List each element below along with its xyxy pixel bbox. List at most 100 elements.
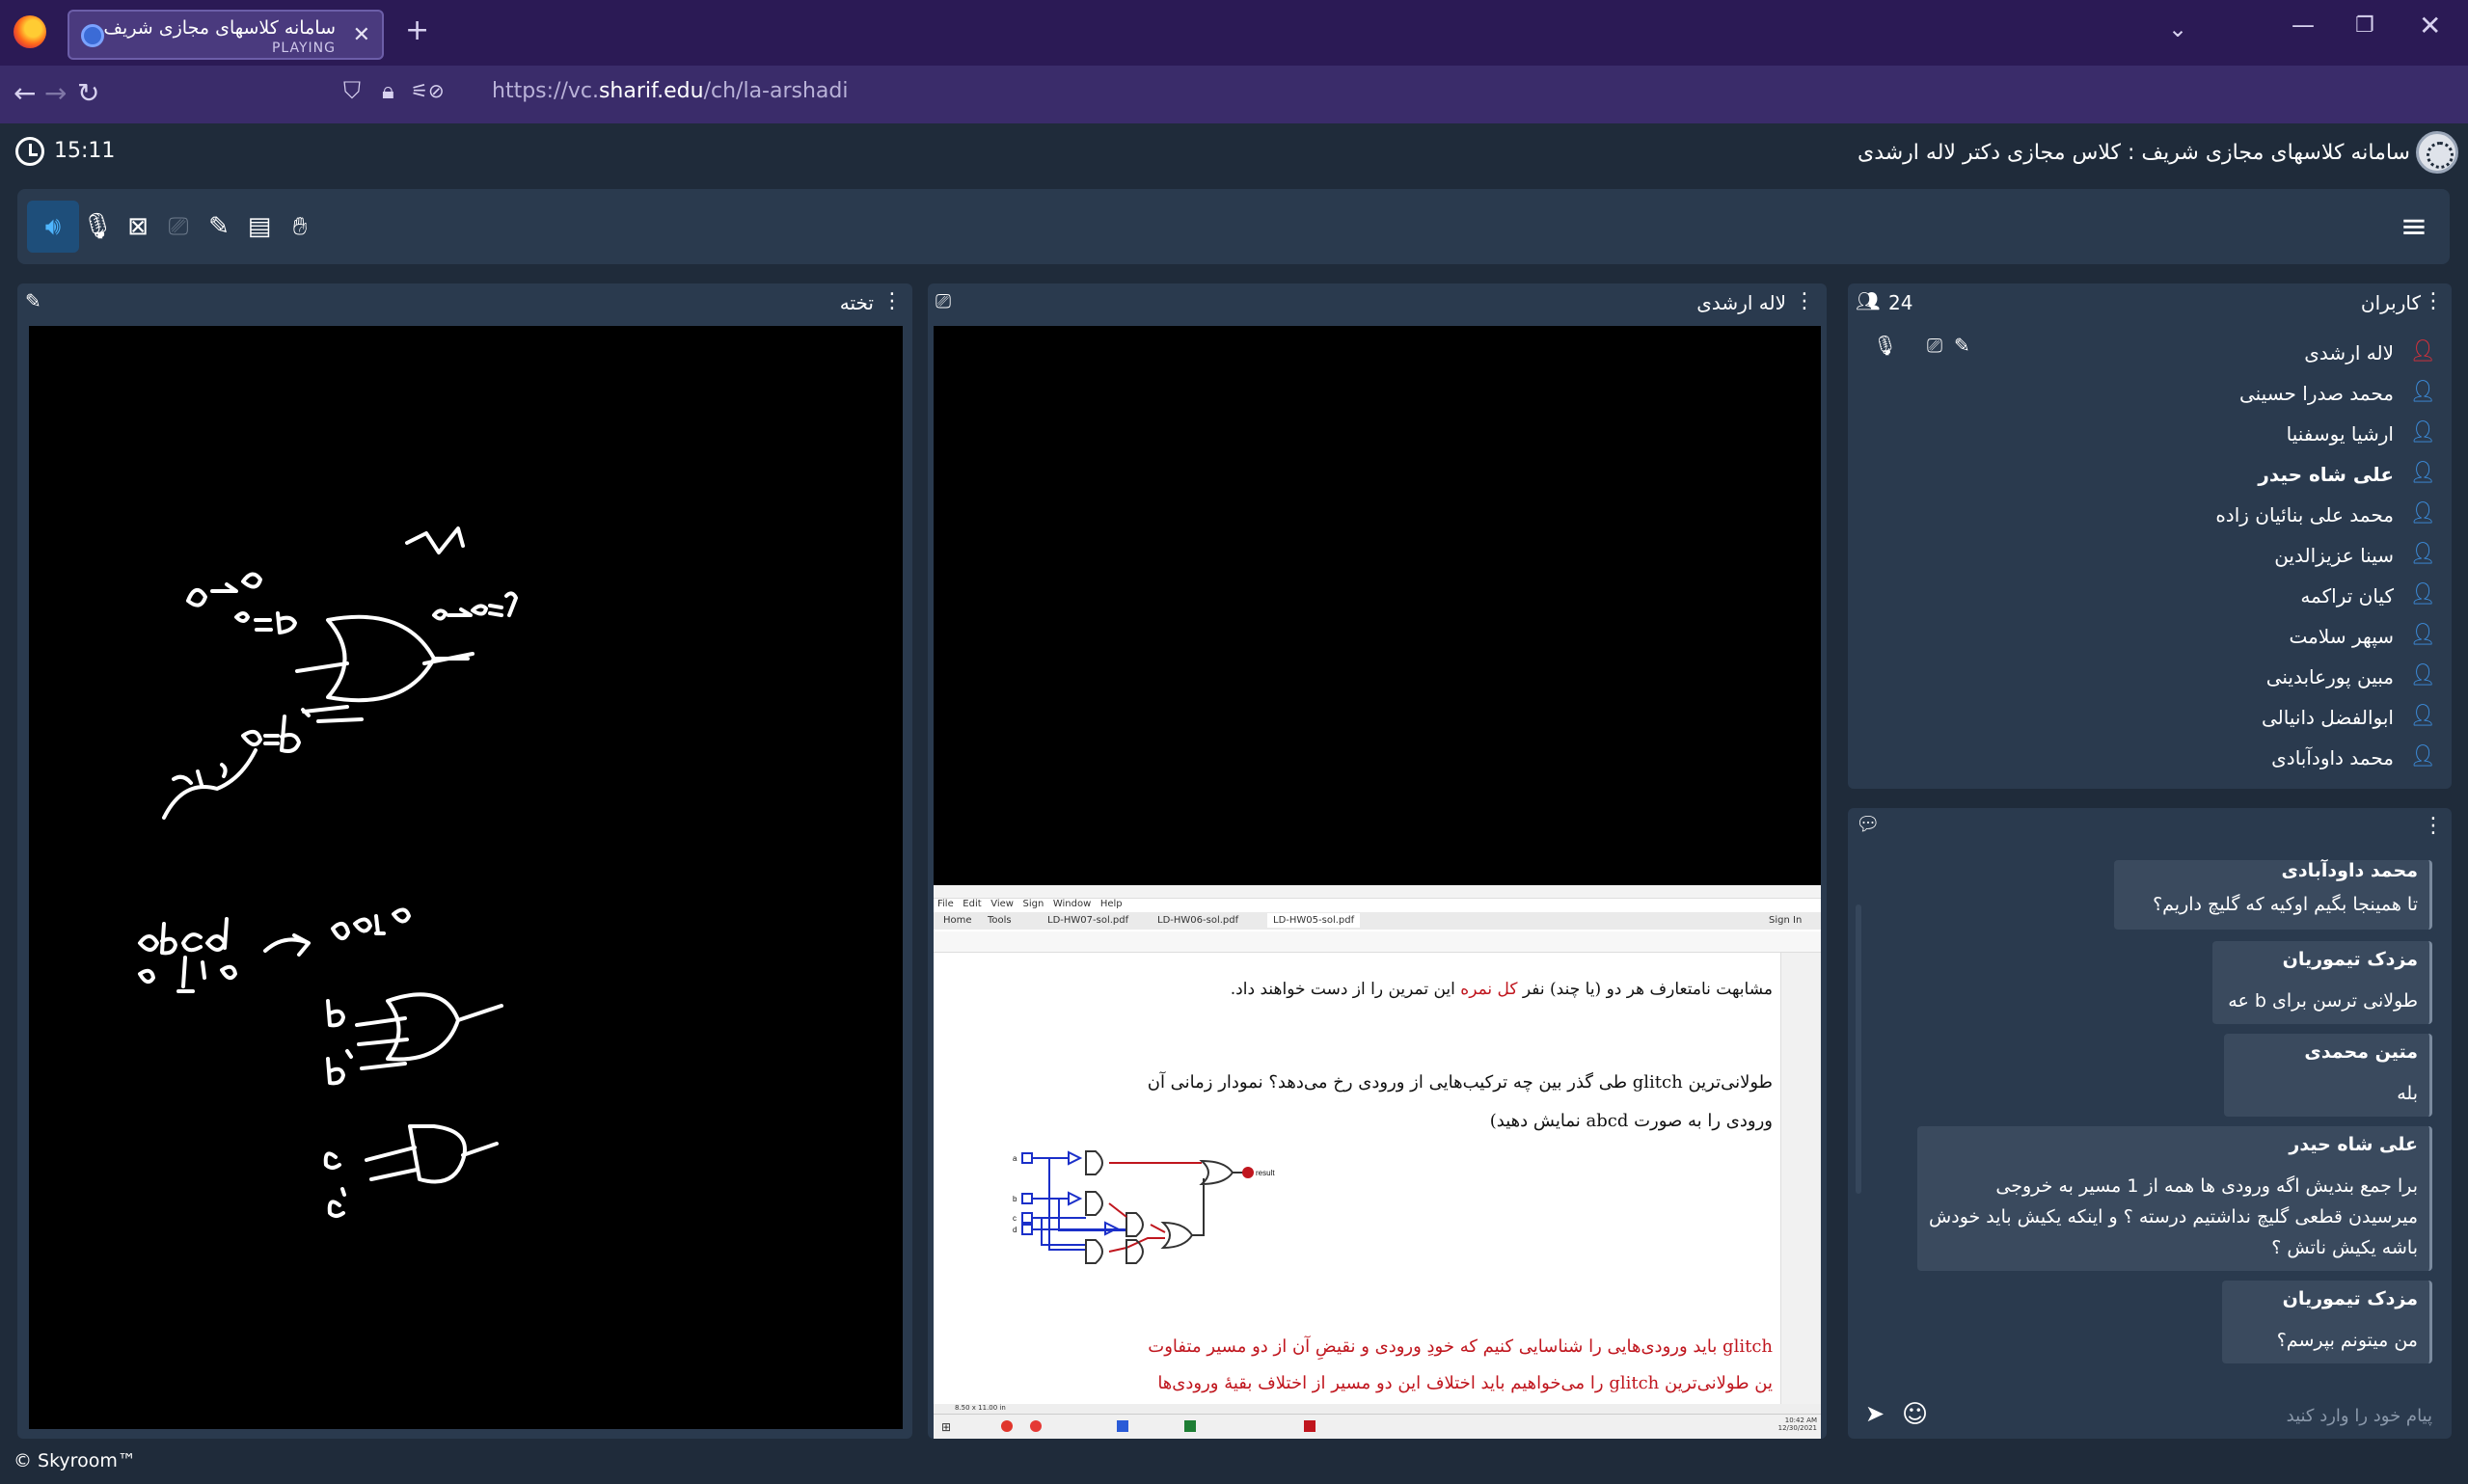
page-title: سامانه کلاسهای مجازی شریف : کلاس مجازی د… (1857, 141, 2410, 165)
back-icon[interactable]: ← (14, 77, 36, 109)
user-icon: 👤︎ (2409, 380, 2436, 404)
chat-message-text: تا همینجا بگیم اوکیه که گلیچ داریم؟ (2153, 894, 2418, 915)
chevron-down-icon[interactable]: ⌄ (2168, 15, 2187, 42)
user-list-item[interactable]: 👤︎ ارشیا یوسفنیا (1873, 413, 2452, 453)
whiteboard-title: تخته (839, 291, 874, 314)
restore-icon[interactable]: ❐ (2355, 13, 2374, 38)
screen-share-icon: ⎚ (936, 289, 951, 312)
opera-taskbar-icon (1030, 1420, 1042, 1432)
word-taskbar-icon (1117, 1420, 1128, 1432)
whiteboard-pen-icon: ✎ (208, 212, 230, 241)
pdf-toolbar (934, 931, 1821, 953)
pen-icon: ✎ (25, 289, 41, 312)
user-icon: 👤︎ (2409, 663, 2436, 688)
chat-message-author: علی شاه حیدر (2289, 1134, 2418, 1155)
user-list-item[interactable]: 👤︎ سینا عزیزالدین (1873, 534, 2452, 575)
user-icon: 👤︎ (2409, 704, 2436, 728)
pdf-status-bar: 8.50 x 11.00 in (934, 1404, 1821, 1414)
browser-tabbar: سامانه کلاسهای مجازی شریف PLAYING ✕ + ⌄ … (0, 0, 2468, 66)
tab-playing-label: PLAYING (271, 40, 336, 56)
chat-scrollbar[interactable] (1856, 904, 1861, 1194)
tab-title: سامانه کلاسهای مجازی شریف (103, 17, 336, 39)
user-list-item[interactable]: 👤︎ لاله ارشدی (1873, 332, 2452, 372)
user-list-item[interactable]: 👤︎ سپهر سلامت (1873, 615, 2452, 656)
chrome-taskbar-icon (1001, 1420, 1013, 1432)
control-toolbar: 🔊︎ 🎙︎ ⊠ ⎚ ✎ ▤ ✋︎ ≡ (17, 189, 2450, 264)
pdf-line-1: مشابهت نامتعارف هر دو (یا چند) نفر کل نم… (1231, 980, 1773, 999)
browser-tab[interactable]: سامانه کلاسهای مجازی شریف PLAYING ✕ (68, 10, 384, 60)
footer-copyright: © Skyroom™ (14, 1450, 136, 1471)
chat-message: محمد داودآبادی تا همینجا بگیم اوکیه که گ… (2114, 860, 2432, 930)
forward-icon[interactable]: → (44, 77, 67, 109)
presenter-name: لاله ارشدی (1696, 291, 1786, 314)
url-path: /ch/la-arshadi (703, 79, 849, 103)
user-list-item[interactable]: 👤︎ محمد علی بنائیان زاده (1873, 494, 2452, 534)
users-options-icon[interactable]: ⋮ (2423, 289, 2444, 313)
pdf-question-line-1: طولانی‌ترین glitch طی گذر بین چه ترکیب‌ه… (1147, 1072, 1773, 1093)
user-list-item[interactable]: 👤︎ محمد صدرا حسینی (1873, 372, 2452, 413)
whiteboard-header: ✎ تخته ⋮ (17, 283, 912, 322)
circuit-input-b: b (1013, 1195, 1017, 1203)
files-icon: ▤ (247, 212, 272, 241)
user-name: سپهر سلامت (2289, 625, 2394, 648)
url-bar[interactable]: ⛉ 🔒︎ ⚟⊘ https://vc.sharif.edu/ch/la-arsh… (328, 71, 1832, 116)
whiteboard-options-icon[interactable]: ⋮ (881, 289, 903, 313)
chat-message-author: متین محمدی (2304, 1041, 2418, 1063)
permissions-icon[interactable]: ⚟⊘ (411, 79, 445, 102)
tracking-shield-icon[interactable]: ⛉ (343, 77, 361, 104)
presenter-header: ⎚ لاله ارشدی ⋮ (928, 283, 1827, 322)
users-count: 24 (1888, 291, 1913, 314)
tab-close-icon[interactable]: ✕ (353, 23, 370, 47)
user-list-item[interactable]: 👤︎ مبین پورعابدینی (1873, 656, 2452, 696)
pdf-window-titlebar (934, 885, 1821, 899)
presenter-options-icon[interactable]: ⋮ (1794, 289, 1815, 313)
pdf-answer-line-1: glitch باید ورودی‌هایی را شناسایی کنیم ک… (1148, 1336, 1773, 1357)
mic-off-icon: 🎙︎ (81, 212, 114, 241)
pdf-line-1-end: این تمرین را از دست خواهند داد. (1230, 980, 1455, 999)
pdf-menu-window: Window (1052, 899, 1092, 909)
send-icon[interactable]: ➤ (1865, 1400, 1885, 1427)
minimize-icon[interactable]: — (2292, 12, 2315, 39)
new-tab-icon[interactable]: + (405, 13, 429, 47)
emoji-icon[interactable]: ☺ (1902, 1400, 1928, 1429)
url-prefix: https://vc. (492, 79, 599, 103)
app-menu-button[interactable]: ≡ (2390, 202, 2438, 251)
chat-message-text: من میتونم بپرسم؟ (2276, 1330, 2418, 1351)
chat-options-icon[interactable]: ⋮ (2423, 814, 2444, 838)
user-icon: 👤︎ (2409, 420, 2436, 445)
share-screen-icon: ⎚ (168, 212, 189, 241)
user-icon: 👤︎ (2409, 623, 2436, 647)
url-domain: sharif.edu (598, 79, 704, 103)
pdf-tab-bar: Home Tools LD-HW07-sol.pdf LD-HW06-sol.p… (934, 912, 1821, 930)
user-list-item[interactable]: 👤︎ کیان تراکمه (1873, 575, 2452, 615)
raise-hand-icon: ✋︎ (292, 212, 308, 241)
circuit-diagram: a b c d result (1013, 1150, 1275, 1264)
user-list-item[interactable]: 👤︎ علی شاه حیدر (1873, 453, 2452, 494)
pdf-menu-edit: Edit (963, 899, 982, 909)
pdf-tab-tools: Tools (988, 915, 1012, 926)
pdf-line-1-start: مشابهت نامتعارف هر دو (یا چند) نفر (1522, 980, 1773, 999)
pdf-tab-hw05: LD-HW05-sol.pdf (1267, 913, 1361, 928)
user-list-item[interactable]: 👤︎ ابوالفضل دانیالی (1873, 696, 2452, 737)
excel-taskbar-icon (1184, 1420, 1196, 1432)
presenter-panel: ⎚ لاله ارشدی ⋮ File Edit View Sign Windo… (928, 283, 1827, 1439)
users-icon: 👥︎ (1856, 289, 1881, 312)
user-icon: 👤︎ (2409, 501, 2436, 526)
or-gate-top (326, 614, 436, 703)
user-name: سینا عزیزالدین (2274, 544, 2394, 567)
chat-input[interactable] (1971, 1398, 2434, 1433)
window-close-icon[interactable]: ✕ (2419, 10, 2441, 41)
whiteboard-canvas[interactable] (29, 326, 903, 1429)
lock-icon[interactable]: 🔒︎ (382, 77, 394, 104)
host-user-icon: 👤︎ (2409, 339, 2436, 364)
user-icon: 👤︎ (2409, 542, 2436, 566)
url-text[interactable]: https://vc.sharif.edu/ch/la-arshadi (492, 79, 848, 103)
circuit-input-c: c (1013, 1214, 1017, 1223)
firefox-logo-icon[interactable] (14, 15, 46, 48)
reload-icon[interactable]: ↻ (77, 77, 99, 109)
user-list-item[interactable]: 👤︎ محمد داودآبادی (1873, 737, 2452, 777)
raise-hand-button[interactable]: ✋︎ (274, 201, 326, 253)
camera-off-icon: ⊠ (127, 212, 149, 241)
pdf-menu-view: View (990, 899, 1014, 909)
pdf-menu-sign: Sign (1022, 899, 1044, 909)
